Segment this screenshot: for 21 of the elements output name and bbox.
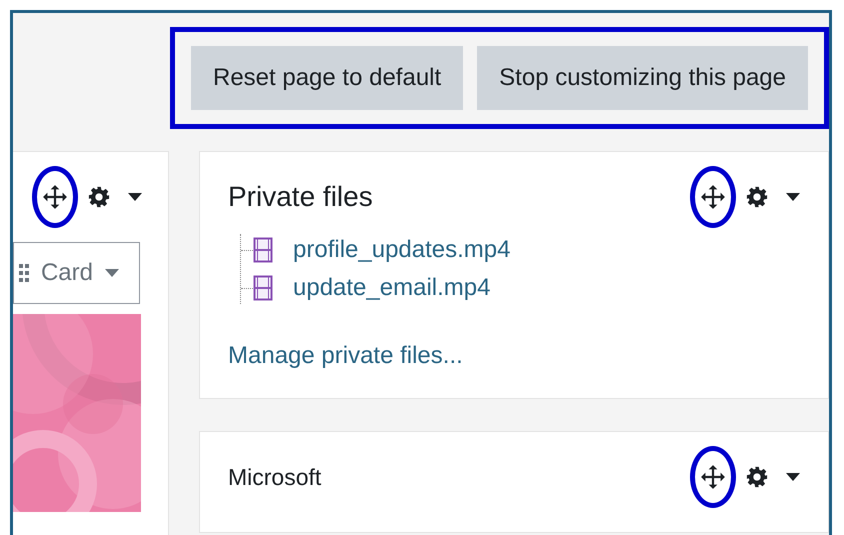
settings-icon[interactable] — [88, 186, 110, 208]
block-title: Microsoft — [228, 462, 322, 492]
file-link[interactable]: update_email.mp4 — [293, 270, 490, 306]
view-select[interactable]: Card — [13, 242, 140, 304]
move-icon[interactable] — [42, 184, 68, 210]
caret-icon[interactable] — [128, 193, 142, 201]
file-link[interactable]: profile_updates.mp4 — [293, 232, 510, 268]
settings-icon[interactable] — [746, 466, 768, 488]
move-icon[interactable] — [700, 464, 726, 490]
toolbar-button[interactable]: Reset page to default — [191, 46, 464, 110]
toolbar-button[interactable]: Stop customizing this page — [477, 46, 808, 110]
move-icon[interactable] — [700, 184, 726, 210]
caret-icon — [105, 269, 119, 277]
video-file-icon — [253, 275, 273, 301]
caret-icon[interactable] — [786, 473, 800, 481]
settings-icon[interactable] — [746, 186, 768, 208]
grid-icon — [18, 263, 29, 283]
video-file-icon — [253, 237, 273, 263]
manage-files-link[interactable]: Manage private files... — [228, 338, 800, 374]
block-title: Private files — [228, 180, 373, 214]
caret-icon[interactable] — [786, 193, 800, 201]
